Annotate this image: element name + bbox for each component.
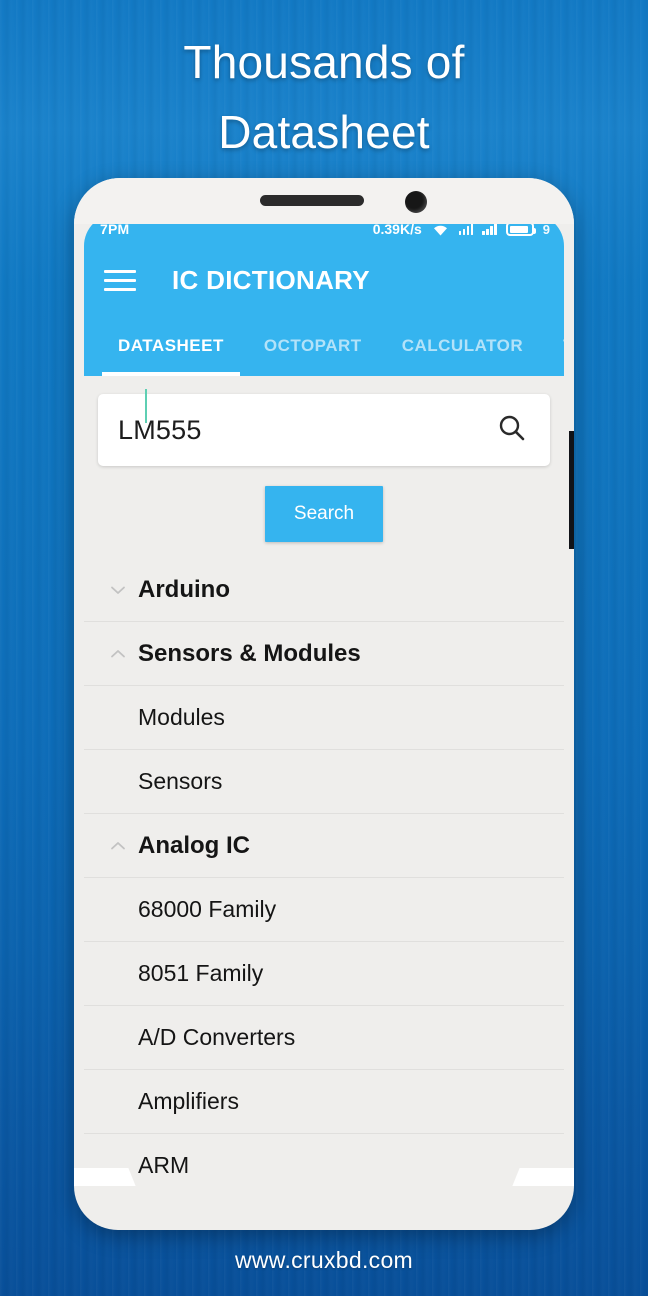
search-section: LM555 <box>84 376 564 466</box>
app-title: IC DICTIONARY <box>172 264 370 295</box>
search-magnifier-icon[interactable] <box>496 412 528 449</box>
chevron-up-icon <box>98 835 138 857</box>
front-camera-icon <box>405 191 427 213</box>
battery-icon <box>505 222 536 236</box>
list-item-label: Sensors <box>138 768 223 794</box>
list-item-label: Arduino <box>138 575 230 603</box>
category-list: Arduino Sensors & Modules Modules Sensor… <box>84 558 564 1192</box>
phone-screen: 7PM 0.39K/s 9 IC DICTIONARY DATASHEET OC… <box>84 214 564 1192</box>
list-item-label: 68000 Family <box>138 896 277 922</box>
list-item-modules[interactable]: Modules <box>84 686 564 750</box>
search-input-value: LM555 <box>118 414 202 445</box>
tab-bar: DATASHEET OCTOPART CALCULATOR TOOLS <box>84 316 564 376</box>
footer-website-url[interactable]: www.cruxbd.com <box>0 1247 648 1274</box>
list-item-amplifiers[interactable]: Amplifiers <box>84 1070 564 1134</box>
text-cursor <box>145 389 147 423</box>
list-item-label: Amplifiers <box>138 1088 239 1114</box>
headline-line-1: Thousands of <box>183 36 465 88</box>
phone-corner-highlight-right <box>512 1168 574 1186</box>
list-item-label: Analog IC <box>138 831 250 859</box>
signal-bars-icon-2 <box>482 223 497 235</box>
tab-calculator[interactable]: CALCULATOR <box>382 316 543 376</box>
list-item-label: ARM <box>138 1152 190 1178</box>
search-input[interactable]: LM555 <box>98 389 550 466</box>
list-item-arduino[interactable]: Arduino <box>84 558 564 622</box>
list-item-ad-converters[interactable]: A/D Converters <box>84 1006 564 1070</box>
chevron-down-icon <box>98 579 138 601</box>
phone-side-button[interactable] <box>569 431 574 549</box>
tab-tools[interactable]: TOOLS <box>543 316 564 376</box>
list-item-sensors-and-modules[interactable]: Sensors & Modules <box>84 622 564 686</box>
hamburger-menu-icon[interactable] <box>104 269 136 291</box>
promo-headline: Thousands of Datasheet <box>0 28 648 168</box>
list-item-label: 8051 Family <box>138 960 264 986</box>
list-item-label: A/D Converters <box>138 1024 296 1050</box>
tab-octopart[interactable]: OCTOPART <box>244 316 382 376</box>
list-item-8051-family[interactable]: 8051 Family <box>84 942 564 1006</box>
phone-corner-highlight-left <box>74 1168 136 1186</box>
app-bar: IC DICTIONARY <box>84 244 564 316</box>
list-item-label: Sensors & Modules <box>138 639 361 667</box>
list-item-68000-family[interactable]: 68000 Family <box>84 878 564 942</box>
list-item-label: Modules <box>138 704 225 730</box>
tab-datasheet[interactable]: DATASHEET <box>98 316 244 376</box>
list-item-analog-ic[interactable]: Analog IC <box>84 814 564 878</box>
signal-bars-icon-1 <box>458 223 474 235</box>
wifi-icon <box>431 222 450 236</box>
list-item-arm[interactable]: ARM <box>84 1134 564 1192</box>
phone-mockup: 7PM 0.39K/s 9 IC DICTIONARY DATASHEET OC… <box>74 178 574 1230</box>
earpiece-speaker <box>260 195 364 206</box>
search-button[interactable]: Search <box>265 486 383 542</box>
headline-line-2: Datasheet <box>218 105 430 158</box>
search-button-row: Search <box>84 466 564 558</box>
list-item-sensors[interactable]: Sensors <box>84 750 564 814</box>
chevron-up-icon <box>98 643 138 665</box>
